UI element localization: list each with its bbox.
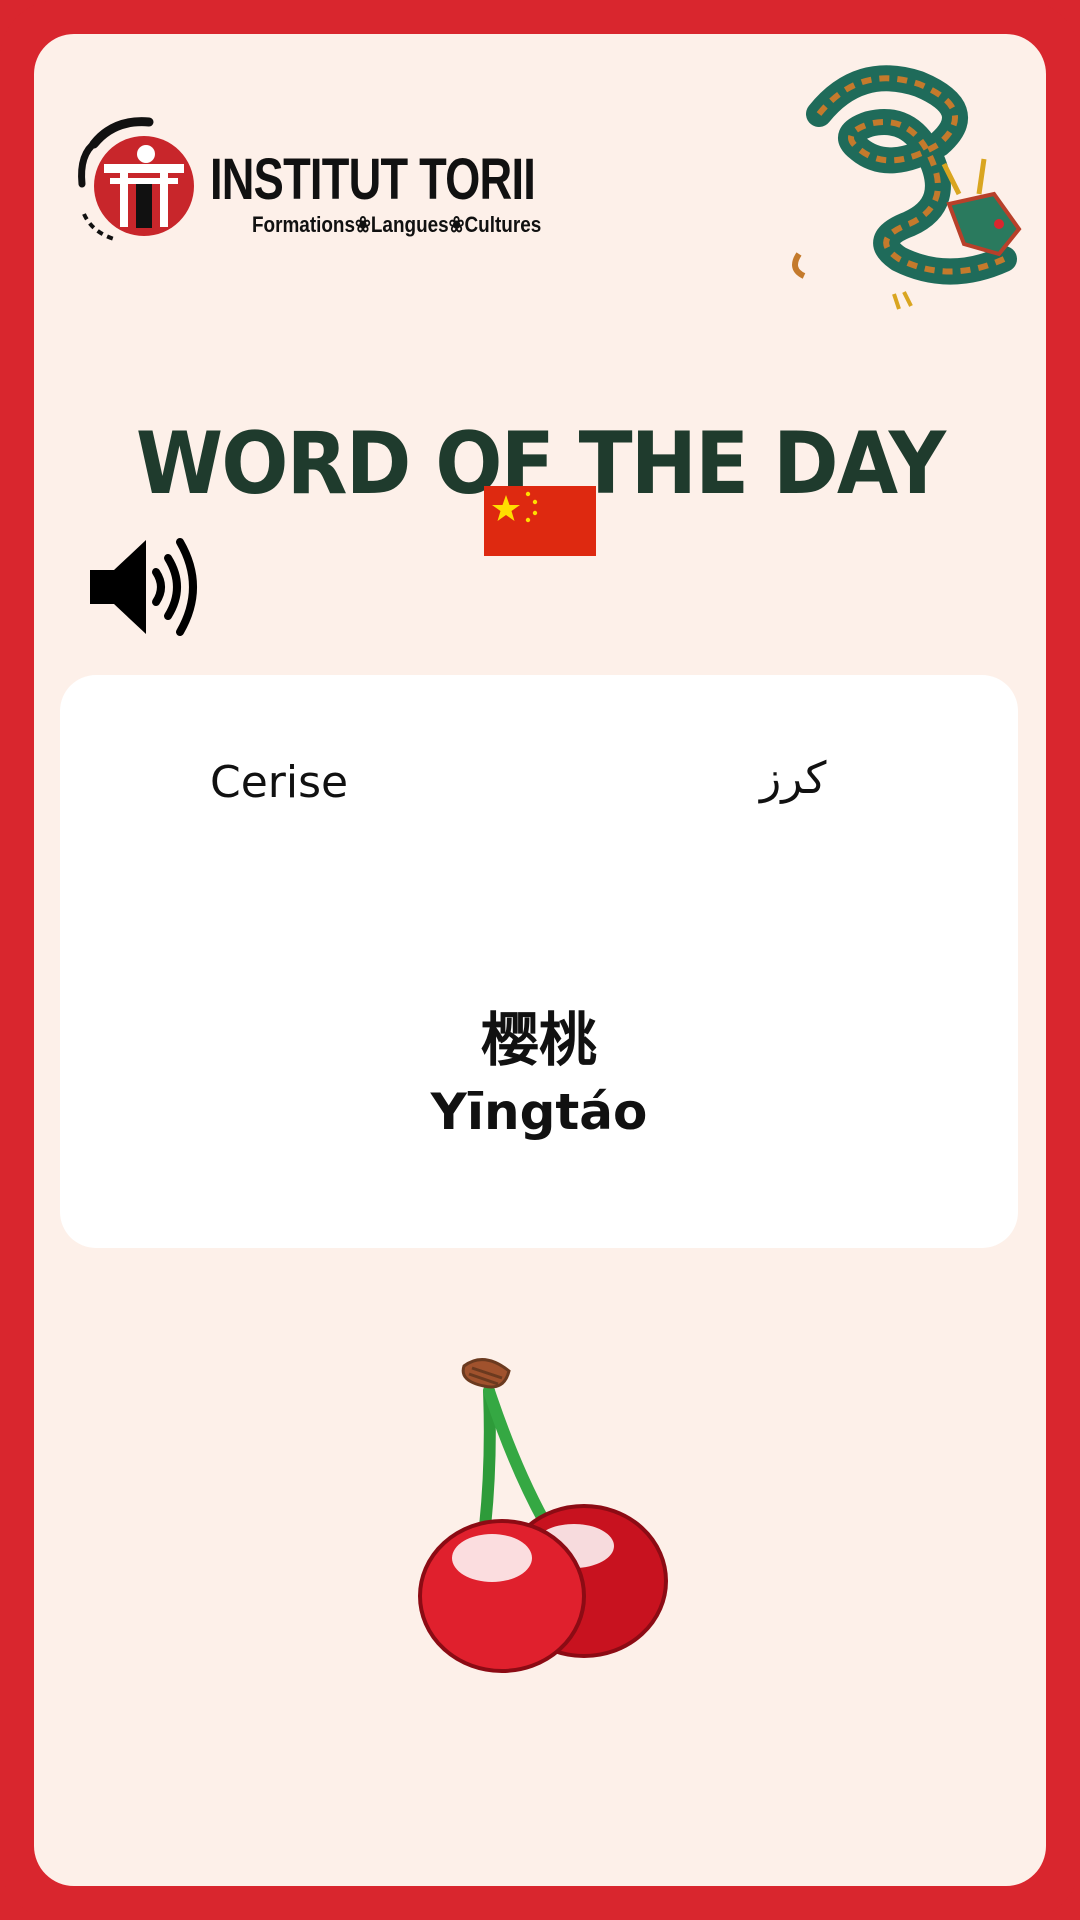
china-flag-icon bbox=[484, 486, 596, 556]
french-word: Cerise bbox=[210, 757, 349, 808]
word-card: INSTITUT TORII Formations❀Langues❀Cultur… bbox=[34, 34, 1046, 1886]
pinyin-word: Yīngtáo bbox=[430, 1083, 648, 1141]
brand-name: INSTITUT TORII bbox=[210, 147, 536, 212]
brand-tagline: Formations❀Langues❀Cultures bbox=[252, 212, 542, 237]
chinese-word: 樱桃 bbox=[480, 1006, 597, 1074]
cherry-icon bbox=[418, 1358, 668, 1673]
torii-emblem-icon bbox=[78, 117, 194, 241]
speaker-icon[interactable] bbox=[86, 532, 206, 642]
word-panel: Cerise كرز 樱桃 Yīngtáo bbox=[60, 675, 1018, 1248]
brand-logo: INSTITUT TORII Formations❀Langues❀Cultur… bbox=[54, 74, 541, 244]
dragon-icon bbox=[792, 65, 1022, 310]
arabic-word: كرز bbox=[760, 753, 827, 804]
